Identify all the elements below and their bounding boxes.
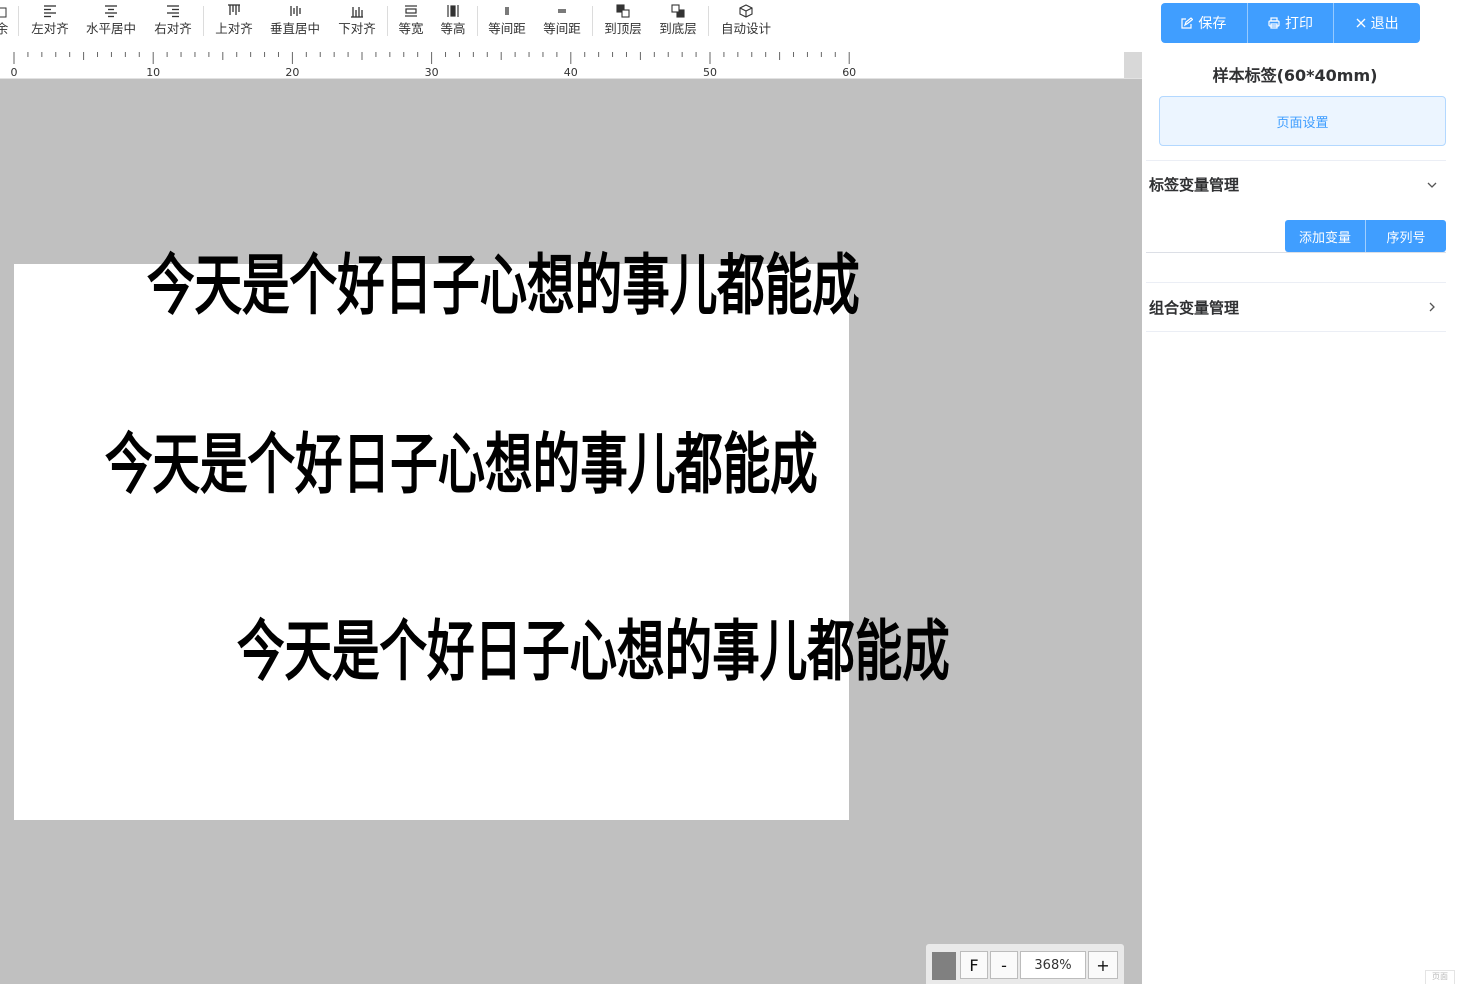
same-width-icon [405,5,417,17]
corner-widget[interactable]: 页面 [1425,970,1455,984]
equal-spacing-v-label: 等间距 [543,21,581,36]
toolbar: 余 左对齐 水平居中 右对齐 上对齐 垂直居中 下对齐 等宽 等高 等间距 等间… [0,0,1142,52]
horizontal-ruler: 0 10 20 30 40 50 60 [0,52,1142,79]
send-back-button[interactable]: 到底层 [656,0,700,44]
bring-front-button[interactable]: 到顶层 [601,0,645,44]
fit-button[interactable]: F [960,951,988,979]
delete-icon [0,7,7,18]
text-element-1[interactable]: 今天是个好日子心想的事儿都能成 [147,246,860,326]
design-canvas[interactable]: 今天是个好日子心想的事儿都能成 今天是个好日子心想的事儿都能成 今天是个好日子心… [0,79,1142,984]
zoom-in-button[interactable]: + [1088,951,1118,979]
ruler-label: 20 [285,66,299,78]
equal-spacing-h-icon [505,7,509,15]
align-bottom-label: 下对齐 [338,21,376,36]
add-variable-button[interactable]: 添加变量 [1285,220,1366,252]
delete-label: 余 [0,21,9,36]
text-element-2[interactable]: 今天是个好日子心想的事儿都能成 [105,425,818,505]
align-right-icon [167,5,179,18]
action-button-group: 保存 打印 退出 [1161,3,1420,43]
chevron-down-icon [1427,182,1437,188]
bring-front-icon [616,4,630,18]
same-width-label: 等宽 [398,21,424,36]
align-center-icon [105,5,117,18]
align-top-icon [228,4,240,15]
variable-button-group: 添加变量 序列号 [1285,220,1446,252]
equal-spacing-h-label: 等间距 [488,21,526,36]
toolbar-divider [592,6,593,36]
printer-icon [1268,17,1280,29]
toolbar-divider [477,6,478,36]
send-back-icon [671,4,685,18]
align-top-button[interactable]: 上对齐 [212,0,256,44]
zoom-controls: F - + [926,944,1124,984]
auto-design-label: 自动设计 [720,21,771,36]
ruler-scale: 0 10 20 30 40 50 60 [11,52,856,78]
save-button[interactable]: 保存 [1161,3,1248,43]
save-label: 保存 [1198,16,1227,32]
toolbar-divider [708,6,709,36]
serial-number-button[interactable]: 序列号 [1366,220,1446,252]
align-center-button[interactable]: 水平居中 [83,0,139,44]
align-bottom-button[interactable]: 下对齐 [335,0,379,44]
chevron-right-icon [1429,302,1435,312]
auto-design-button[interactable]: 自动设计 [717,0,775,44]
label-variables-title: 标签变量管理 [1149,176,1240,194]
align-bottom-icon [351,7,363,18]
align-top-label: 上对齐 [215,21,253,36]
ruler-label: 40 [564,66,578,78]
ruler-label: 50 [703,66,717,78]
zoom-out-button[interactable]: - [990,951,1018,979]
ruler-label: 0 [11,66,18,78]
equal-spacing-v-icon [558,9,566,13]
template-title: 样本标签(60*40mm) [1212,66,1378,85]
equal-spacing-v-button[interactable]: 等间距 [540,0,584,44]
align-left-label: 左对齐 [31,21,69,36]
color-swatch[interactable] [932,952,956,980]
label-paper[interactable] [14,264,849,820]
align-right-label: 右对齐 [154,21,192,36]
delete-button[interactable]: 余 [0,0,12,44]
align-center-label: 水平居中 [85,21,136,36]
page-setup-button[interactable]: 页面设置 [1159,96,1446,146]
combo-variables-header[interactable]: 组合变量管理 [1146,282,1446,332]
zoom-level-input[interactable] [1020,951,1086,979]
ruler-label: 10 [146,66,160,78]
label-variables-header[interactable]: 标签变量管理 [1146,160,1446,208]
align-middle-icon [290,6,301,16]
exit-label: 退出 [1370,16,1399,32]
align-right-button[interactable]: 右对齐 [151,0,195,44]
close-icon [1356,18,1366,28]
toolbar-divider [203,6,204,36]
toolbar-divider [387,6,388,36]
same-width-button[interactable]: 等宽 [395,0,427,44]
edit-icon [1181,17,1194,29]
cube-icon [739,4,753,18]
right-panel: 保存 打印 退出 样本标签(60*40mm) 页面设置 标签变量管理 添加变量 … [1142,0,1457,984]
print-label: 打印 [1285,16,1313,32]
align-middle-button[interactable]: 垂直居中 [267,0,323,44]
print-button[interactable]: 打印 [1248,3,1335,43]
text-element-3[interactable]: 今天是个好日子心想的事儿都能成 [237,612,950,692]
bring-front-label: 到顶层 [604,21,642,36]
ruler-label: 30 [425,66,439,78]
same-height-icon [447,5,459,17]
same-height-label: 等高 [440,21,466,36]
combo-variables-title: 组合变量管理 [1149,298,1240,317]
align-left-button[interactable]: 左对齐 [28,0,72,44]
same-height-button[interactable]: 等高 [437,0,469,44]
exit-button[interactable]: 退出 [1334,3,1420,43]
ruler-corner [1124,52,1142,78]
equal-spacing-h-button[interactable]: 等间距 [485,0,529,44]
align-middle-label: 垂直居中 [269,21,320,36]
align-left-icon [44,5,56,18]
send-back-label: 到底层 [659,21,697,36]
ruler-label: 60 [842,66,856,78]
label-variables-toolbar: 添加变量 序列号 [1146,220,1446,253]
toolbar-divider [18,6,19,36]
